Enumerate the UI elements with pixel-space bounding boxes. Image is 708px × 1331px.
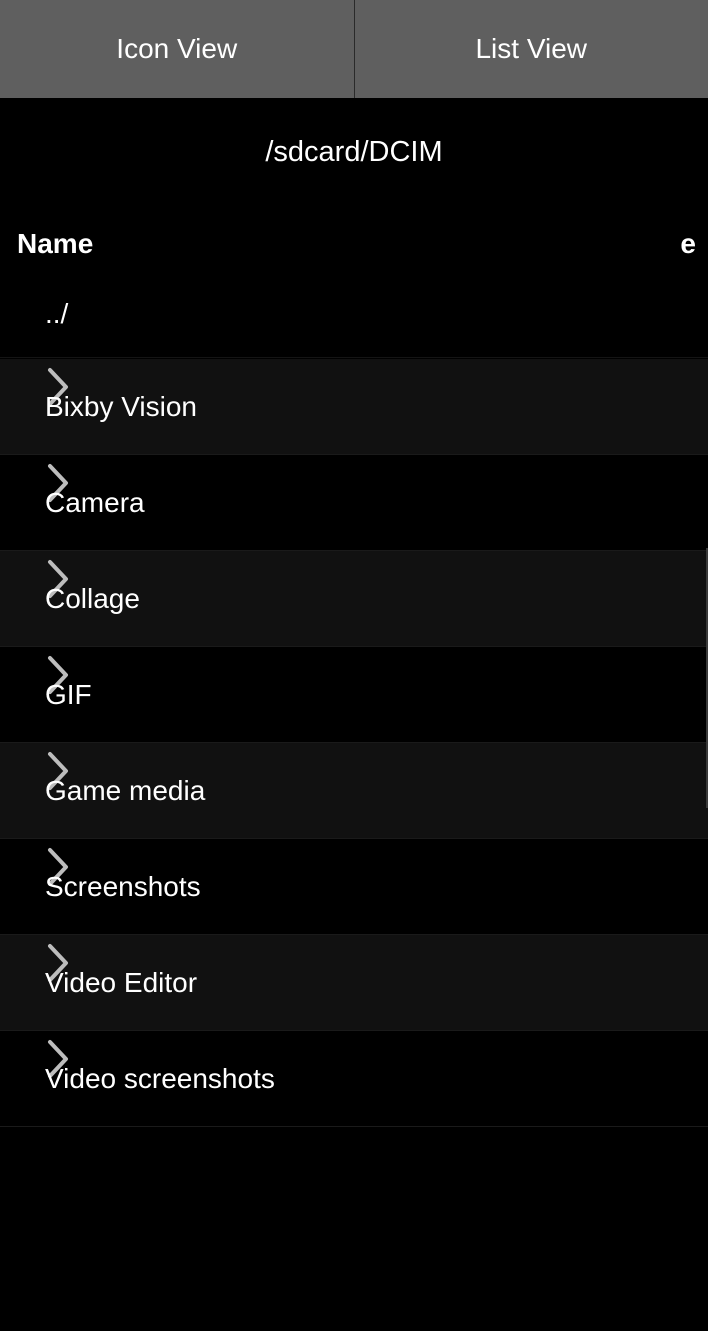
folder-row-game-media[interactable]: Game media	[0, 743, 708, 839]
folder-name: GIF	[45, 679, 92, 710]
tab-icon-view[interactable]: Icon View	[0, 0, 354, 98]
folder-row-bixby-vision[interactable]: Bixby Vision	[0, 359, 708, 455]
folder-name: Bixby Vision	[45, 391, 198, 422]
folder-name: Camera	[45, 487, 145, 518]
parent-directory-row[interactable]: ../	[0, 286, 708, 358]
folder-row-camera[interactable]: Camera	[0, 455, 708, 551]
tab-list-view[interactable]: List View	[353, 0, 708, 98]
parent-directory-label: ../	[45, 298, 69, 329]
folder-row-gif[interactable]: GIF	[0, 647, 708, 743]
folder-row-screenshots[interactable]: Screenshots	[0, 839, 708, 935]
folder-name: Game media	[45, 775, 206, 806]
column-header-name[interactable]: Name	[17, 228, 93, 260]
folder-name: Collage	[45, 583, 140, 614]
view-mode-tabbar: Icon View List View	[0, 0, 708, 98]
folder-row-collage[interactable]: Collage	[0, 551, 708, 647]
folder-list: Bixby Vision Camera Collage GIF Game med…	[0, 359, 708, 1127]
column-header: Name e	[0, 206, 708, 286]
folder-row-video-screenshots[interactable]: Video screenshots	[0, 1031, 708, 1127]
folder-name: Video screenshots	[45, 1063, 275, 1094]
folder-name: Video Editor	[45, 967, 198, 998]
column-header-size[interactable]: e	[680, 228, 696, 260]
folder-name: Screenshots	[45, 871, 201, 902]
current-path: /sdcard/DCIM	[265, 135, 443, 168]
folder-row-video-editor[interactable]: Video Editor	[0, 935, 708, 1031]
